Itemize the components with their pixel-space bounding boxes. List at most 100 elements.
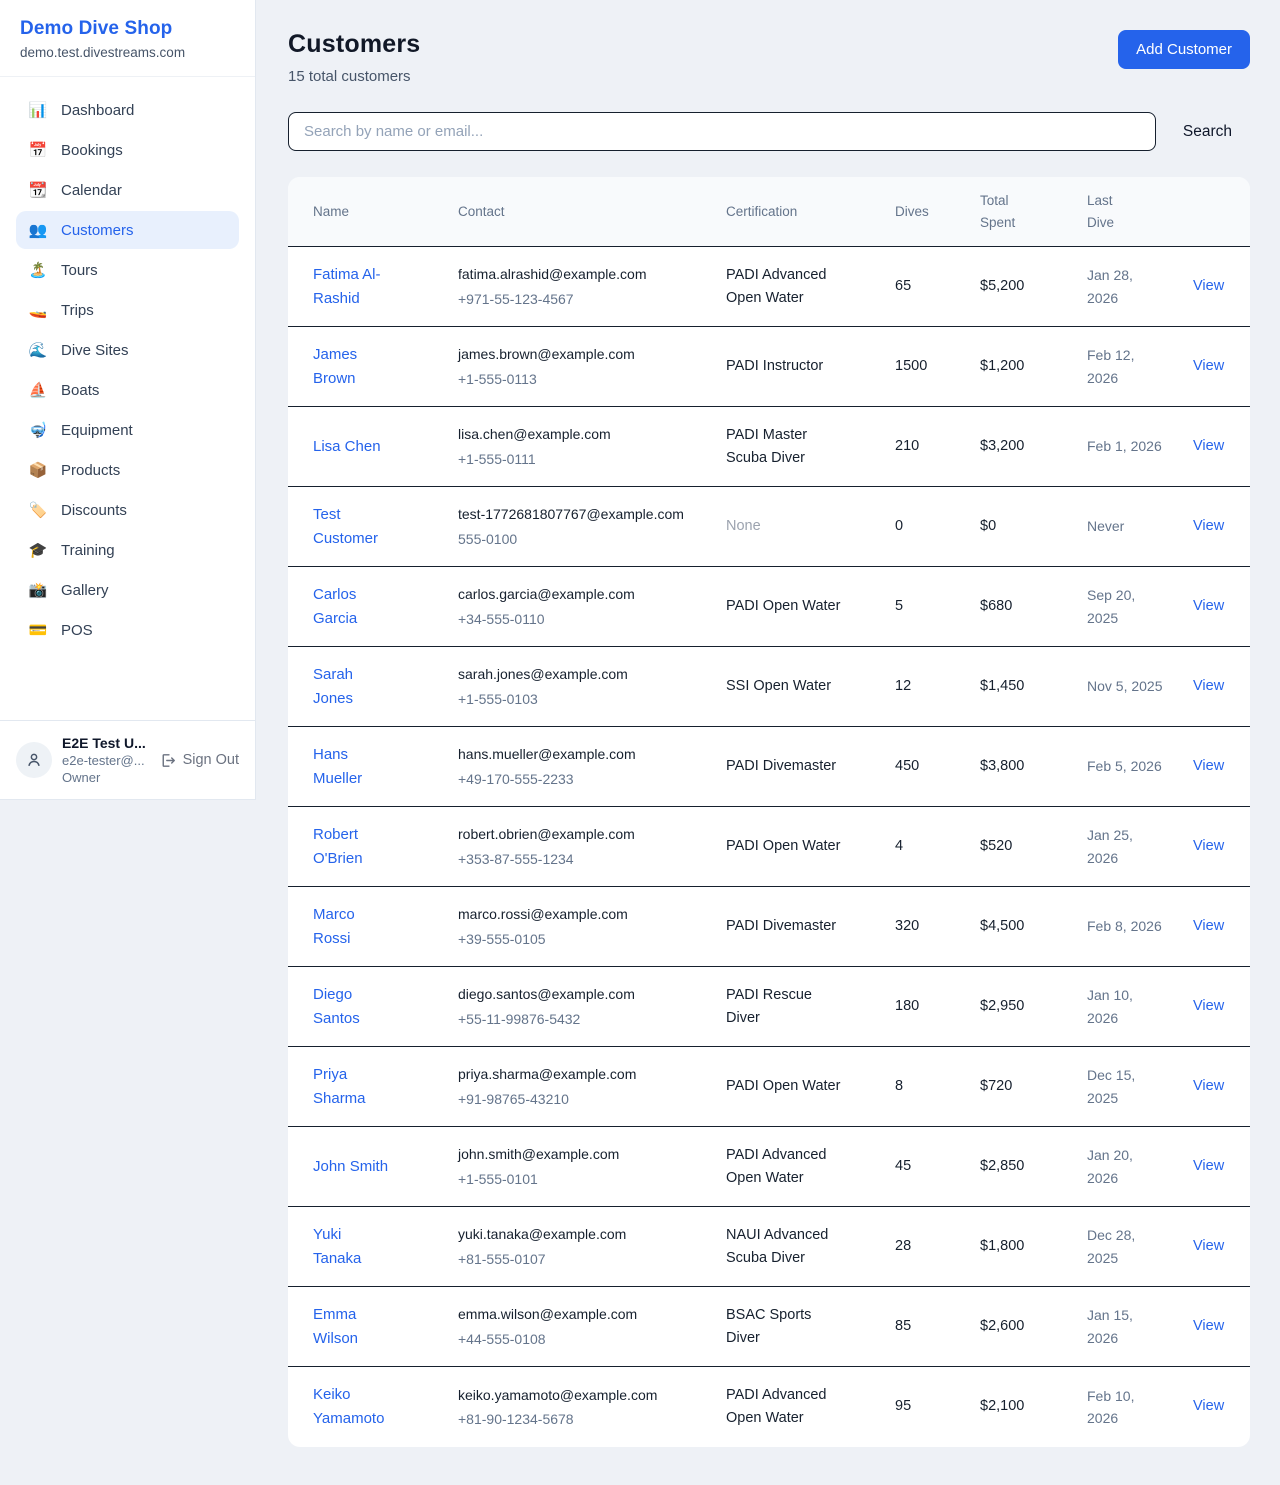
view-link[interactable]: View	[1193, 598, 1224, 614]
sidebar-item-calendar[interactable]: 📆Calendar	[16, 171, 239, 209]
customers-table-card: NameContactCertificationDivesTotal Spent…	[288, 177, 1250, 1447]
customer-total-spent: $720	[980, 1047, 1087, 1127]
customer-total-spent: $1,450	[980, 647, 1087, 727]
customers-table: NameContactCertificationDivesTotal Spent…	[288, 177, 1250, 1447]
view-link[interactable]: View	[1193, 1318, 1224, 1334]
customer-name-link[interactable]: Diego Santos	[313, 986, 360, 1027]
customer-last-dive: Feb 10, 2026	[1087, 1367, 1193, 1447]
customer-phone: +353-87-555-1234	[458, 848, 686, 870]
column-header-name: Name	[288, 177, 458, 247]
table-row: Marco Rossi marco.rossi@example.com +39-…	[288, 887, 1250, 967]
sign-out-button[interactable]: Sign Out	[159, 752, 239, 769]
view-link[interactable]: View	[1193, 918, 1224, 934]
customer-certification: SSI Open Water	[726, 647, 895, 727]
customer-email: marco.rossi@example.com	[458, 903, 686, 925]
customer-certification: PADI Open Water	[726, 1047, 895, 1127]
customer-dives: 65	[895, 247, 980, 327]
view-link[interactable]: View	[1193, 838, 1224, 854]
customer-email: carlos.garcia@example.com	[458, 583, 686, 605]
column-header-actions	[1193, 177, 1250, 247]
table-row: James Brown james.brown@example.com +1-5…	[288, 327, 1250, 407]
sidebar-item-products[interactable]: 📦Products	[16, 451, 239, 489]
view-link[interactable]: View	[1193, 998, 1224, 1014]
customer-email: yuki.tanaka@example.com	[458, 1223, 686, 1245]
sidebar-item-discounts[interactable]: 🏷️Discounts	[16, 491, 239, 529]
customer-phone: +1-555-0103	[458, 688, 686, 710]
sidebar-item-dashboard[interactable]: 📊Dashboard	[16, 91, 239, 129]
add-customer-button[interactable]: Add Customer	[1118, 30, 1250, 69]
customer-name-link[interactable]: Marco Rossi	[313, 906, 355, 947]
sidebar-item-customers[interactable]: 👥Customers	[16, 211, 239, 249]
customer-phone: +81-555-0107	[458, 1248, 686, 1270]
customer-total-spent: $2,950	[980, 967, 1087, 1047]
sidebar-item-trips[interactable]: 🚤Trips	[16, 291, 239, 329]
search-input[interactable]	[288, 112, 1156, 151]
customer-name-link[interactable]: Fatima Al-Rashid	[313, 266, 381, 307]
gallery-icon: 📸	[28, 581, 48, 599]
table-row: Lisa Chen lisa.chen@example.com +1-555-0…	[288, 407, 1250, 487]
sidebar-item-tours[interactable]: 🏝️Tours	[16, 251, 239, 289]
customer-certification: PADI Open Water	[726, 807, 895, 887]
customer-total-spent: $2,600	[980, 1287, 1087, 1367]
customer-dives: 85	[895, 1287, 980, 1367]
view-link[interactable]: View	[1193, 758, 1224, 774]
sidebar: Demo Dive Shop demo.test.divestreams.com…	[0, 0, 256, 800]
sidebar-item-dive-sites[interactable]: 🌊Dive Sites	[16, 331, 239, 369]
sidebar-item-gallery[interactable]: 📸Gallery	[16, 571, 239, 609]
boats-icon: ⛵	[28, 381, 48, 399]
customer-dives: 12	[895, 647, 980, 727]
customer-email: john.smith@example.com	[458, 1143, 686, 1165]
view-link[interactable]: View	[1193, 1238, 1224, 1254]
view-link[interactable]: View	[1193, 518, 1224, 534]
view-link[interactable]: View	[1193, 358, 1224, 374]
customer-email: lisa.chen@example.com	[458, 423, 686, 445]
search-row: Search	[288, 112, 1250, 151]
view-link[interactable]: View	[1193, 678, 1224, 694]
customer-name-link[interactable]: Test Customer	[313, 506, 378, 547]
customer-email: keiko.yamamoto@example.com	[458, 1384, 686, 1406]
view-link[interactable]: View	[1193, 278, 1224, 294]
customer-last-dive: Feb 8, 2026	[1087, 887, 1193, 967]
customer-name-link[interactable]: James Brown	[313, 346, 357, 387]
column-header-dives: Dives	[895, 177, 980, 247]
customer-total-spent: $1,800	[980, 1207, 1087, 1287]
table-row: Test Customer test-1772681807767@example…	[288, 487, 1250, 567]
customer-total-spent: $1,200	[980, 327, 1087, 407]
customer-certification: PADI Divemaster	[726, 887, 895, 967]
customer-certification: PADI Advanced Open Water	[726, 1127, 895, 1207]
sidebar-item-equipment[interactable]: 🤿Equipment	[16, 411, 239, 449]
sidebar-item-label: Customers	[61, 222, 134, 239]
table-row: Fatima Al-Rashid fatima.alrashid@example…	[288, 247, 1250, 327]
sidebar-item-training[interactable]: 🎓Training	[16, 531, 239, 569]
customer-phone: +55-11-99876-5432	[458, 1008, 686, 1030]
customer-last-dive: Never	[1087, 487, 1193, 567]
user-section: E2E Test U... e2e-tester@... Owner Sign …	[0, 720, 255, 799]
customer-name-link[interactable]: Priya Sharma	[313, 1066, 366, 1107]
customer-last-dive: Jan 28, 2026	[1087, 247, 1193, 327]
customer-name-link[interactable]: Hans Mueller	[313, 746, 362, 787]
customer-name-link[interactable]: Keiko Yamamoto	[313, 1386, 384, 1427]
sidebar-item-pos[interactable]: 💳POS	[16, 611, 239, 649]
sidebar-item-label: Bookings	[61, 142, 123, 159]
customer-name-link[interactable]: Emma Wilson	[313, 1306, 358, 1347]
customer-count: 15 total customers	[288, 68, 420, 85]
sidebar-item-bookings[interactable]: 📅Bookings	[16, 131, 239, 169]
customer-name-link[interactable]: Yuki Tanaka	[313, 1226, 361, 1267]
view-link[interactable]: View	[1193, 1398, 1224, 1414]
view-link[interactable]: View	[1193, 1078, 1224, 1094]
sidebar-item-boats[interactable]: ⛵Boats	[16, 371, 239, 409]
customer-certification: NAUI Advanced Scuba Diver	[726, 1207, 895, 1287]
customer-name-link[interactable]: Sarah Jones	[313, 666, 353, 707]
table-row: Emma Wilson emma.wilson@example.com +44-…	[288, 1287, 1250, 1367]
customer-certification: PADI Rescue Diver	[726, 967, 895, 1047]
customer-name-link[interactable]: Lisa Chen	[313, 438, 381, 455]
customer-dives: 450	[895, 727, 980, 807]
search-button[interactable]: Search	[1183, 123, 1232, 141]
sidebar-item-label: Discounts	[61, 502, 127, 519]
customer-name-link[interactable]: Robert O'Brien	[313, 826, 363, 867]
view-link[interactable]: View	[1193, 1158, 1224, 1174]
view-link[interactable]: View	[1193, 438, 1224, 454]
customer-name-link[interactable]: John Smith	[313, 1158, 388, 1175]
customer-name-link[interactable]: Carlos Garcia	[313, 586, 357, 627]
column-header-total-spent: Total Spent	[980, 177, 1087, 247]
